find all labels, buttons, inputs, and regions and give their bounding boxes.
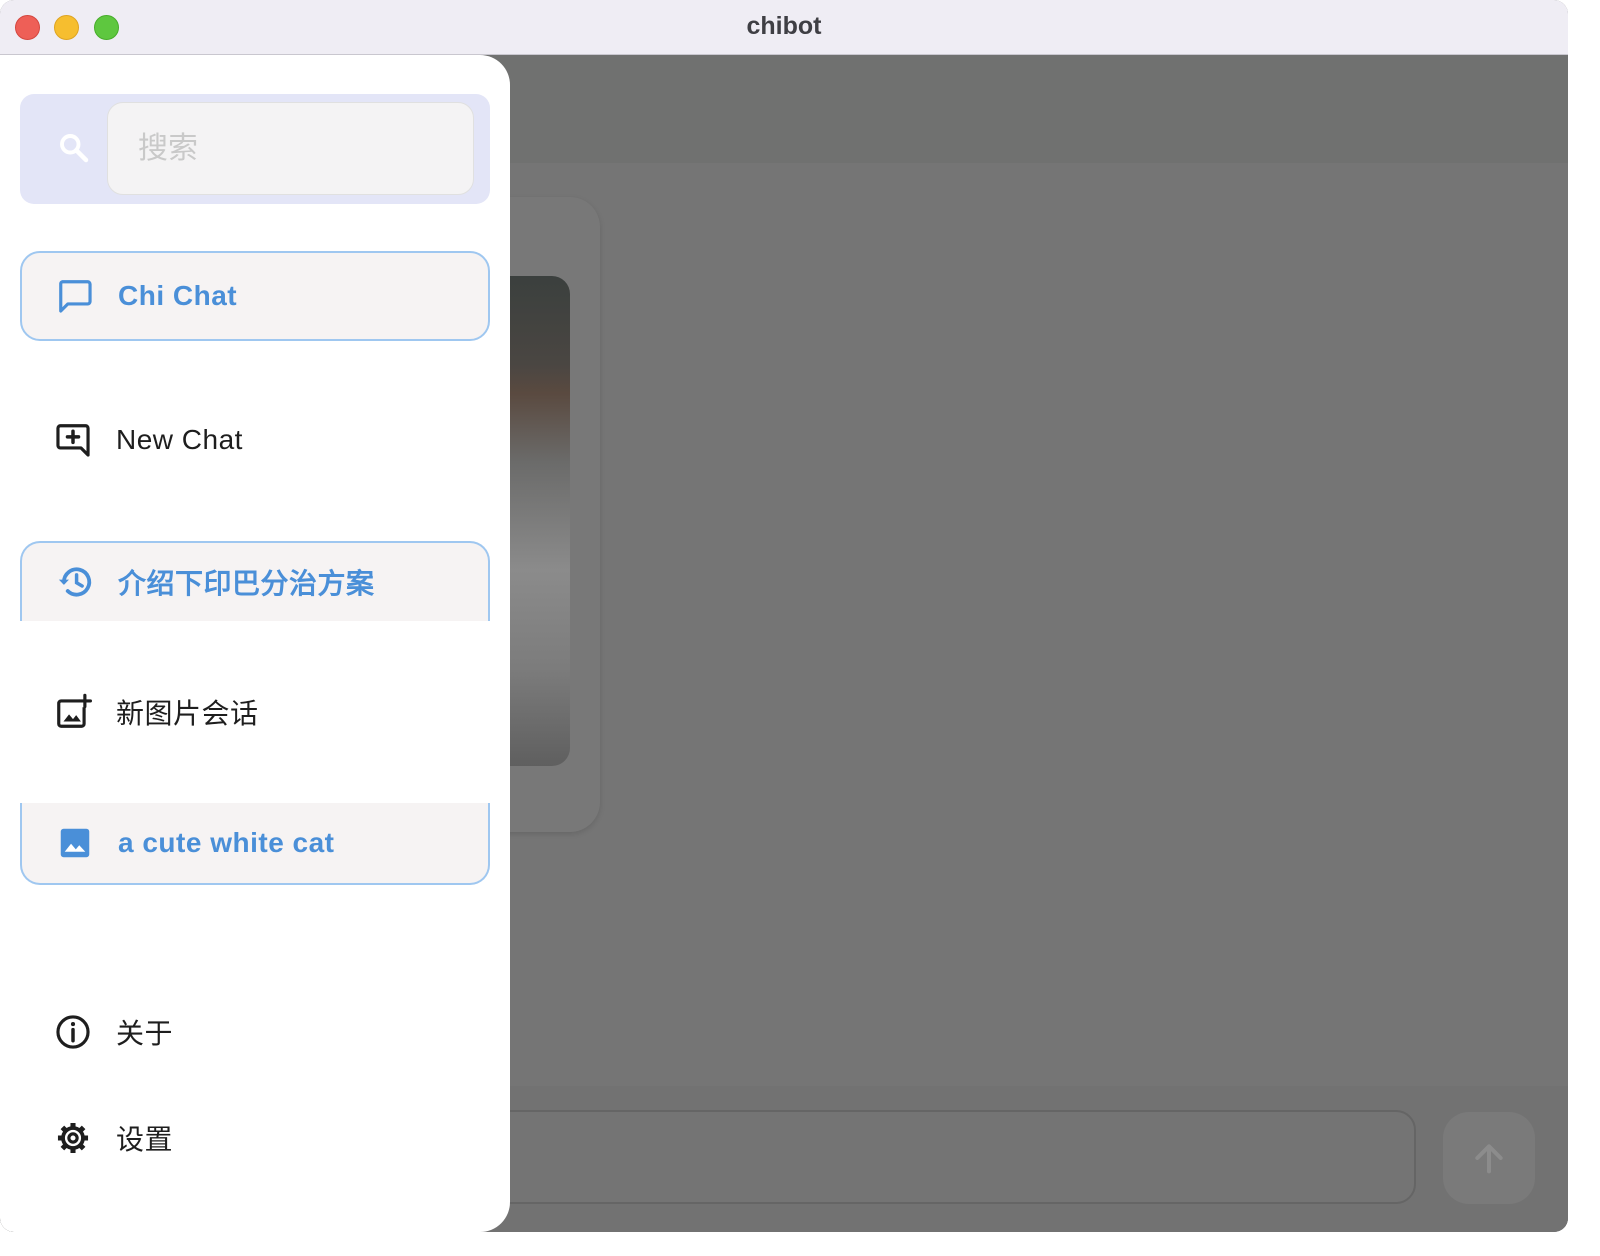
navigation-drawer: Chi Chat New Chat 介绍下印巴分治方案 xyxy=(0,55,510,1232)
send-button[interactable] xyxy=(1443,1112,1535,1204)
drawer-item-label: 设置 xyxy=(116,1123,174,1156)
title-bar: chibot xyxy=(0,0,1568,55)
chat-bubble-icon xyxy=(56,277,94,315)
add-photo-icon xyxy=(54,693,92,731)
drawer-item-label: 新图片会话 xyxy=(116,697,259,730)
search-icon[interactable] xyxy=(56,130,92,166)
search-input[interactable] xyxy=(107,102,474,195)
drawer-item-image-history[interactable]: a cute white cat xyxy=(20,803,490,885)
drawer-item-label: New Chat xyxy=(116,424,243,455)
add-comment-icon xyxy=(54,421,92,459)
drawer-item-label: a cute white cat xyxy=(118,827,335,858)
drawer-item-label: 介绍下印巴分治方案 xyxy=(118,567,375,600)
settings-icon xyxy=(54,1119,92,1157)
drawer-item-settings[interactable]: 设置 xyxy=(20,1093,490,1183)
app-window: chibot 搜索 Chi Chat New Chat 介绍下印巴分治方案 新图… xyxy=(0,0,1568,1232)
image-icon xyxy=(56,824,94,862)
drawer-item-new-image-chat[interactable]: 新图片会话 xyxy=(20,667,490,757)
drawer-item-chat-history[interactable]: 介绍下印巴分治方案 xyxy=(20,541,490,621)
drawer-item-new-chat[interactable]: New Chat xyxy=(20,395,490,485)
drawer-item-label: Chi Chat xyxy=(118,280,238,311)
window-title: chibot xyxy=(746,12,822,40)
history-icon xyxy=(56,563,94,601)
drawer-item-chi-chat[interactable]: Chi Chat xyxy=(20,251,490,341)
info-icon xyxy=(54,1013,92,1051)
drawer-item-label: 关于 xyxy=(116,1017,174,1050)
search-bar xyxy=(20,94,490,204)
drawer-item-about[interactable]: 关于 xyxy=(20,987,490,1077)
message-input[interactable] xyxy=(470,1110,1416,1204)
arrow-up-icon xyxy=(1475,1144,1503,1174)
